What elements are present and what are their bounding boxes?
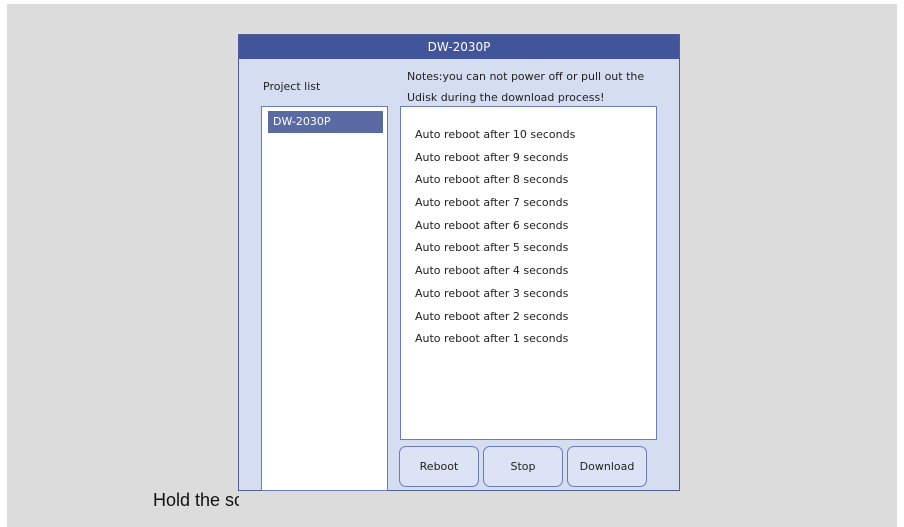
log-line: Auto reboot after 5 seconds xyxy=(415,241,569,255)
log-line: Auto reboot after 6 seconds xyxy=(415,218,569,232)
download-warning-note: Notes:you can not power off or pull out … xyxy=(407,70,645,104)
download-button[interactable]: Download xyxy=(567,446,647,487)
log-line: Auto reboot after 4 seconds xyxy=(415,264,569,278)
log-line: Auto reboot after 3 seconds xyxy=(415,286,569,300)
download-dialog: DW-2030P Project list Notes:you can not … xyxy=(238,34,680,491)
caption-cover xyxy=(239,490,679,527)
log-line: Auto reboot after 9 seconds xyxy=(415,150,569,164)
log-lines: Auto reboot after 10 seconds Auto reboot… xyxy=(415,124,575,351)
reboot-log: Auto reboot after 10 seconds Auto reboot… xyxy=(400,106,657,440)
log-line: Auto reboot after 2 seconds xyxy=(415,309,569,323)
log-line: Auto reboot after 10 seconds xyxy=(415,128,576,141)
stop-button[interactable]: Stop xyxy=(483,446,563,487)
log-line: Auto reboot after 1 seconds xyxy=(415,332,569,346)
project-list-label: Project list xyxy=(263,80,321,93)
project-list[interactable]: DW-2030P xyxy=(261,106,388,491)
screen: Hold the screen 3 seconds at least for e… xyxy=(0,0,904,527)
log-line: Auto reboot after 7 seconds xyxy=(415,196,569,210)
dialog-title: DW-2030P xyxy=(239,35,679,59)
log-line: Auto reboot after 8 seconds xyxy=(415,173,569,187)
project-list-item[interactable]: DW-2030P xyxy=(268,111,383,133)
reboot-button[interactable]: Reboot xyxy=(399,446,479,487)
